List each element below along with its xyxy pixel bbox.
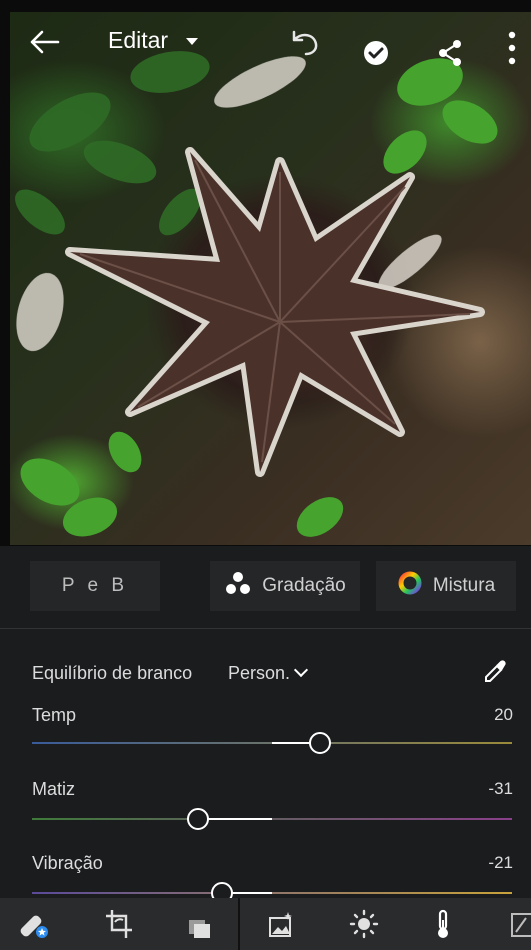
temp-label: Temp [32,705,77,725]
bottom-toolbar [0,898,531,950]
chevron-down-icon [293,662,309,678]
temp-slider[interactable] [32,732,512,754]
versions-icon[interactable] [185,908,215,940]
tint-value: -31 [488,779,513,798]
mix-button[interactable]: Mistura [376,561,516,611]
tint-slider-thumb[interactable] [186,808,209,830]
grading-label: Gradação [262,575,346,596]
color-wheel-icon [397,570,423,602]
more-vertical-icon[interactable] [505,30,519,66]
bw-button[interactable]: P e B [30,561,160,611]
bw-label: P e B [61,575,129,596]
white-balance-value: Person. [228,663,291,683]
mix-label: Mistura [432,575,496,596]
eyedropper-icon[interactable] [482,657,508,685]
photo-canvas[interactable] [10,12,531,545]
tint-slider[interactable] [32,808,512,830]
temp-slider-thumb[interactable] [309,732,331,754]
back-arrow-icon[interactable] [28,28,60,56]
vibrance-label: Vibração [32,853,103,873]
caret-down-icon[interactable] [186,38,198,45]
tint-slider-fill [197,818,272,820]
crop-icon[interactable] [104,908,134,940]
light-icon[interactable] [348,908,379,940]
tint-label: Matiz [32,779,76,799]
healing-brush-icon[interactable] [20,908,50,940]
undo-icon[interactable] [284,26,324,58]
photo-image [15,51,498,537]
share-icon[interactable] [436,38,464,68]
presets-icon[interactable] [266,908,296,940]
temp-value: 20 [494,705,513,724]
tool-tabs: P e B Gradação Mistura [0,546,531,629]
vibrance-slider[interactable] [32,882,512,904]
white-balance-label: Equilíbrio de branco [32,663,193,683]
optics-icon[interactable] [506,908,531,940]
color-grading-icon [224,570,252,602]
grading-button[interactable]: Gradação [210,561,360,611]
vibrance-value: -21 [488,853,513,872]
color-thermometer-icon[interactable] [428,908,458,940]
color-adjust-panel: Equilíbrio de branco Person. Temp 20 Mat… [0,629,531,904]
toolbar-divider [238,898,240,950]
white-balance-select[interactable]: Person. [228,662,309,684]
edit-menu-title[interactable]: Editar [108,27,168,54]
check-circle-icon[interactable] [363,40,389,66]
